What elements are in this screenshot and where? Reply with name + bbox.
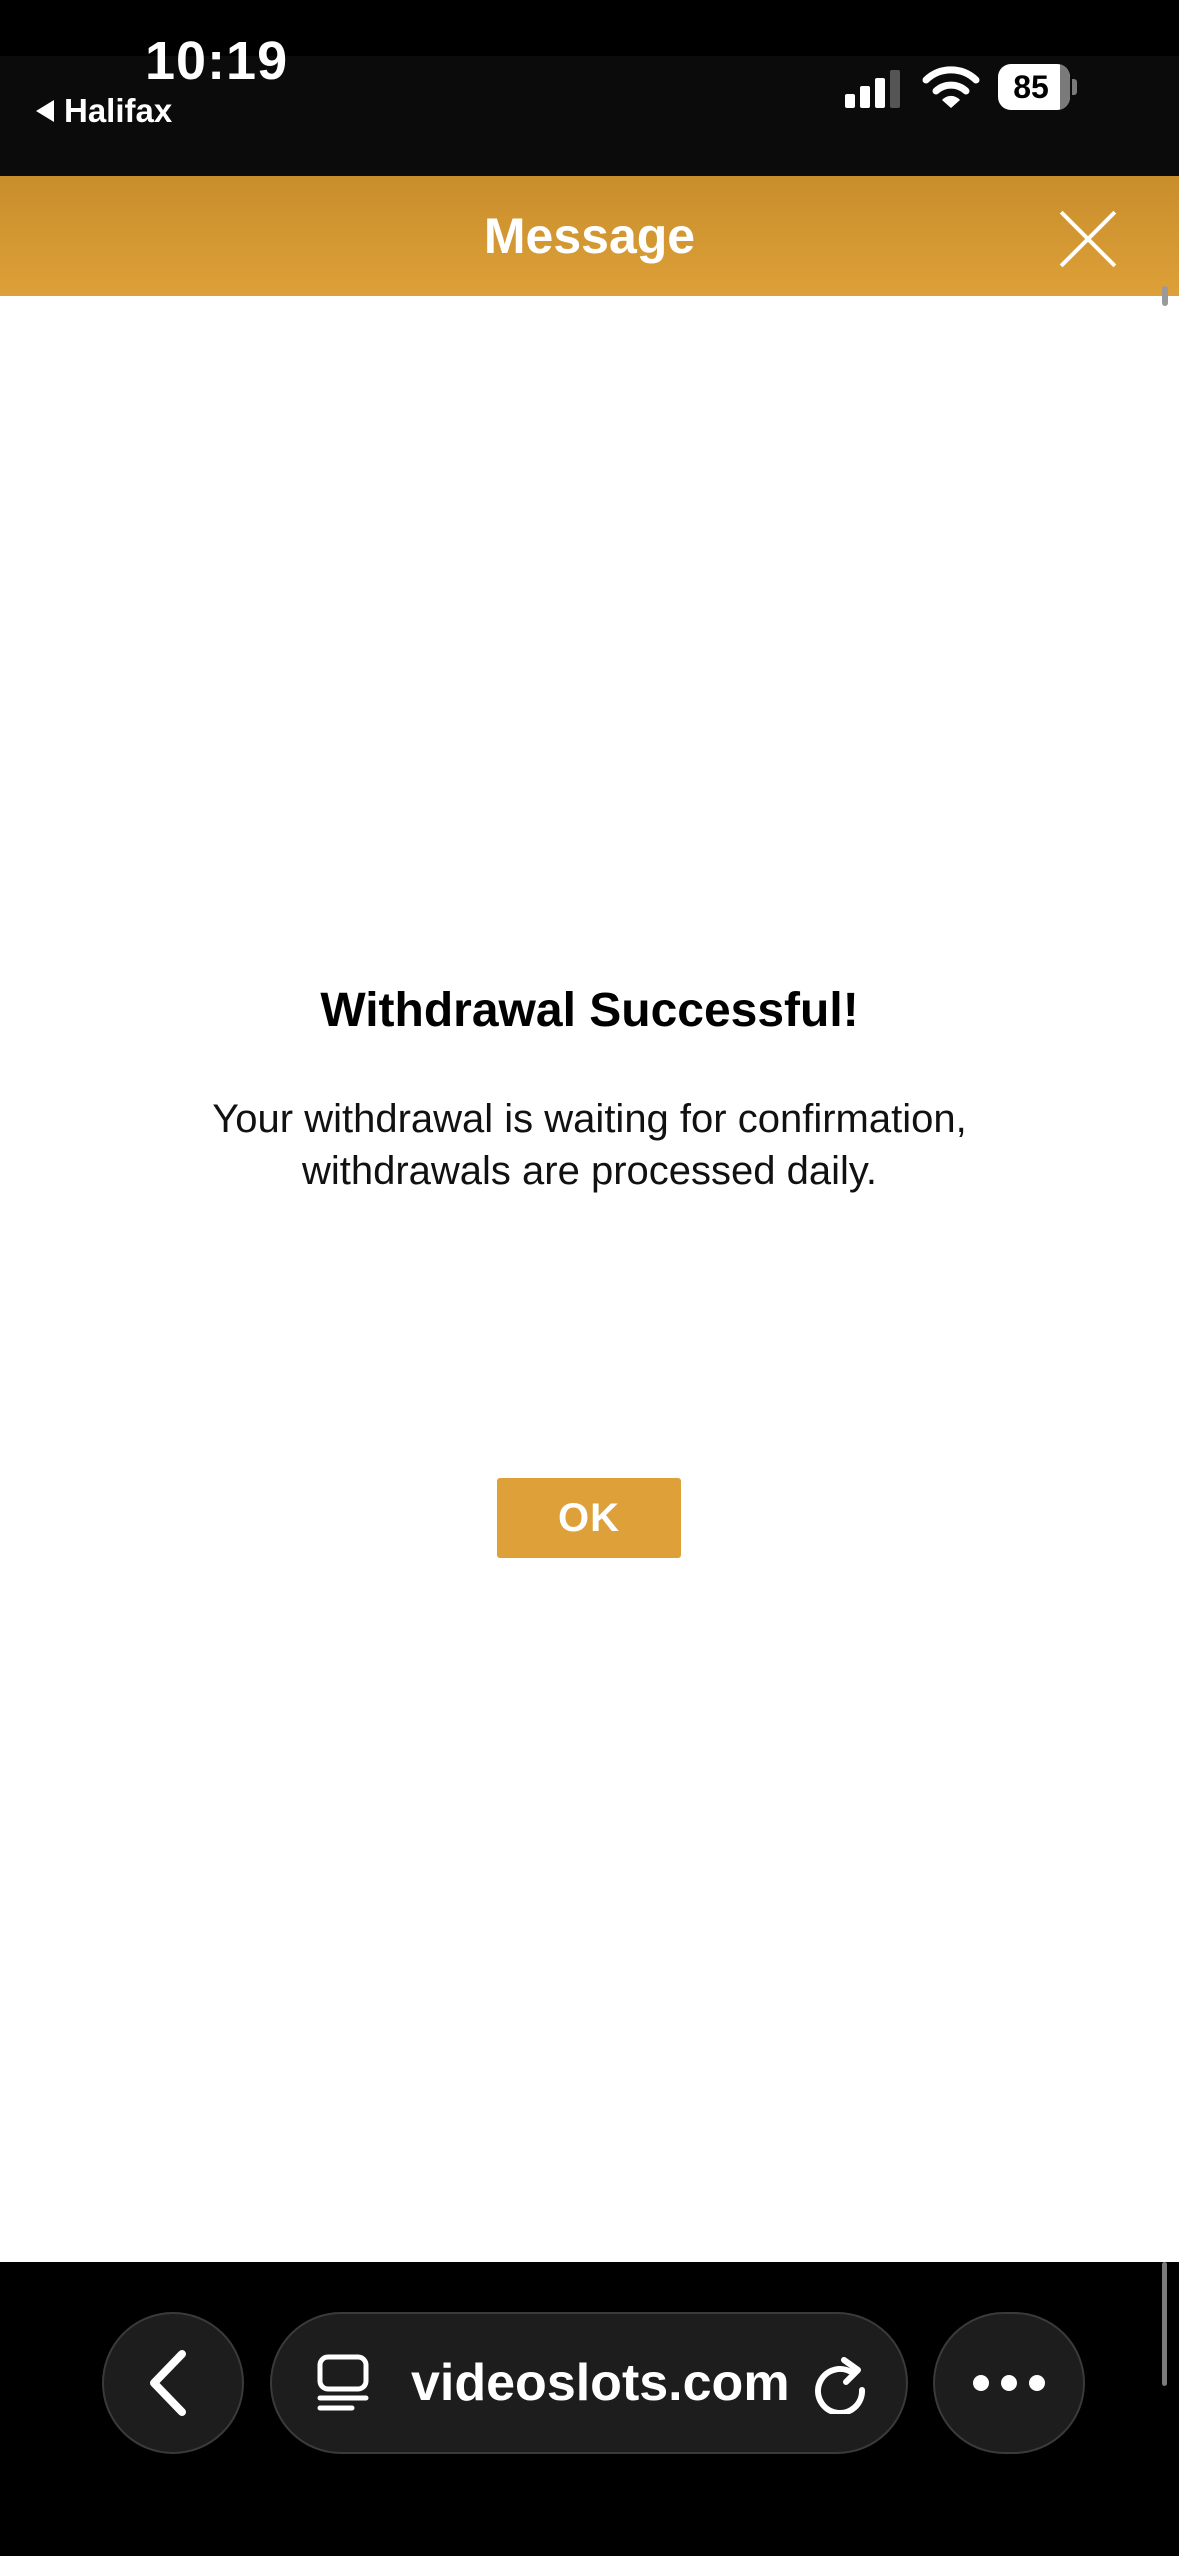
- close-button[interactable]: [1058, 208, 1118, 268]
- message-header: Message: [0, 176, 1179, 296]
- status-time: 10:19: [145, 31, 289, 91]
- browser-back-button[interactable]: [102, 2312, 244, 2454]
- back-triangle-icon: [36, 100, 54, 122]
- reload-icon[interactable]: [810, 2352, 870, 2414]
- wifi-icon: [922, 66, 980, 108]
- battery-level: 85: [1013, 69, 1049, 105]
- cellular-signal-icon: [845, 70, 900, 108]
- battery-icon: 85: [998, 64, 1078, 110]
- status-bar: 10:19 Halifax 85: [0, 0, 1179, 176]
- chevron-left-icon: [150, 2350, 186, 2416]
- more-options-button[interactable]: [933, 2312, 1085, 2454]
- url-text: videoslots.com: [411, 2354, 790, 2412]
- ok-button[interactable]: OK: [497, 1478, 681, 1558]
- more-icon: [973, 2375, 1045, 2393]
- header-title: Message: [483, 208, 696, 264]
- tabs-icon: [317, 2354, 369, 2411]
- message-content: [0, 296, 1179, 2262]
- back-to-app-link[interactable]: Halifax: [36, 92, 172, 130]
- content-scrollbar[interactable]: [1162, 286, 1168, 306]
- message-body: Your withdrawal is waiting for confirmat…: [212, 1097, 967, 1193]
- address-bar[interactable]: videoslots.com: [270, 2312, 908, 2454]
- dot: [1029, 2375, 1045, 2391]
- page-scrollbar[interactable]: [1162, 2262, 1167, 2386]
- battery-cap: [1072, 79, 1077, 95]
- battery-body: 85: [998, 64, 1070, 110]
- message-title: Withdrawal Successful!: [320, 984, 859, 1037]
- dot: [1001, 2375, 1017, 2391]
- back-app-label: Halifax: [64, 92, 173, 129]
- dot: [973, 2375, 989, 2391]
